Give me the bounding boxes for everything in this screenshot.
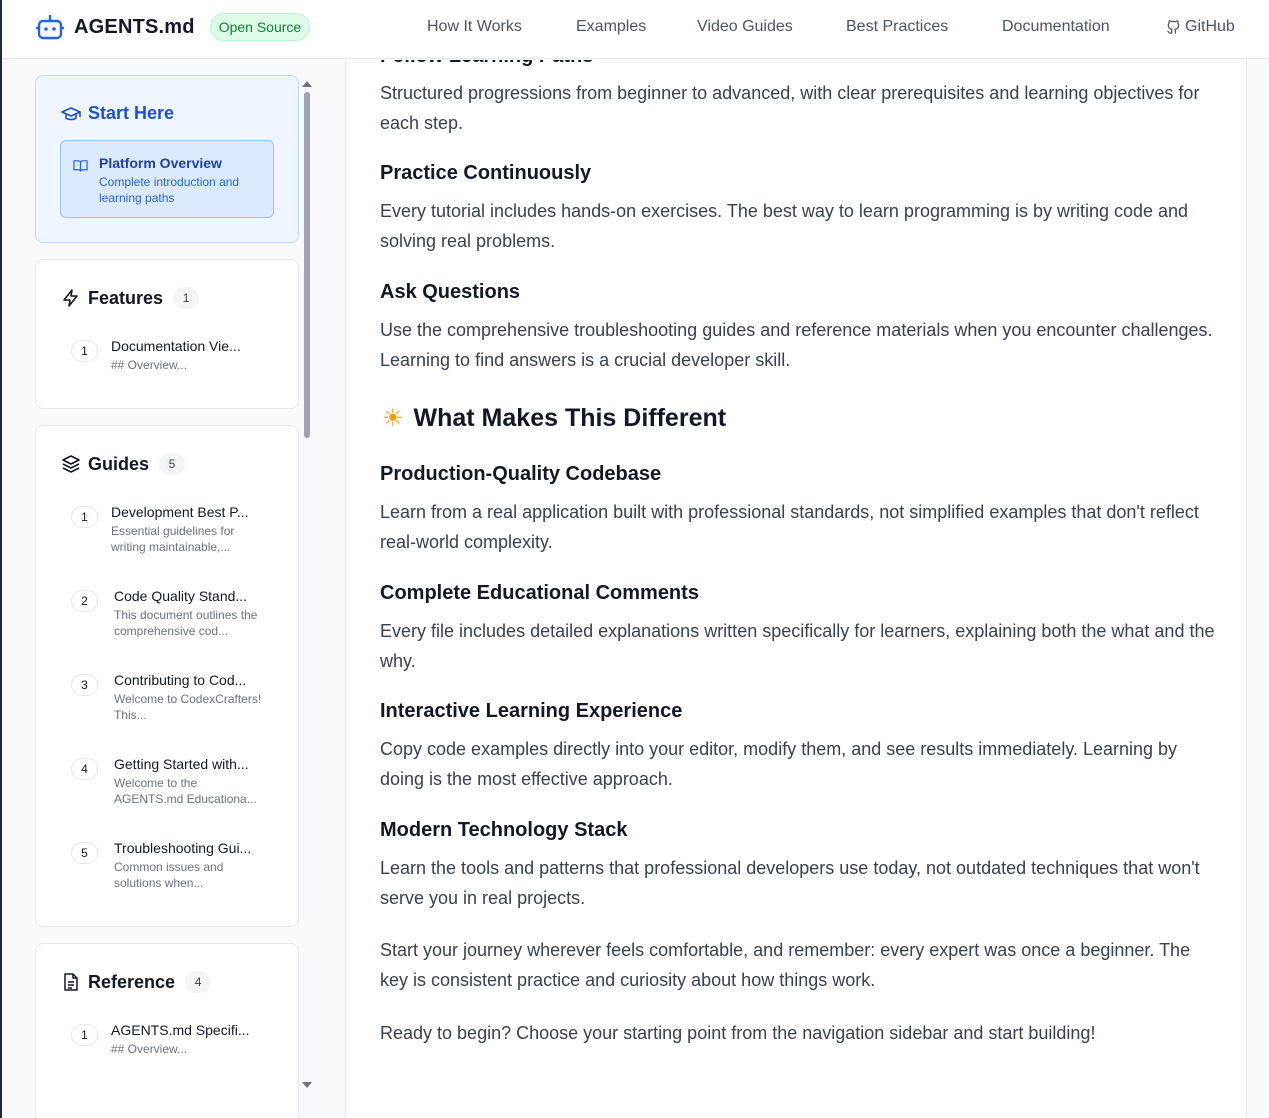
- item-desc: ## Overview...: [111, 1042, 188, 1056]
- section-heading: Complete Educational Comments: [380, 582, 699, 604]
- open-source-badge: Open Source: [209, 13, 311, 41]
- features-header[interactable]: Features 1: [61, 287, 200, 309]
- paragraph: Ready to begin? Choose your starting poi…: [380, 1023, 1096, 1043]
- paragraph: Learn from a real application built with…: [380, 502, 1199, 552]
- features-card: Features 1 1 Documentation Vie... ## Ove…: [35, 259, 299, 409]
- item-desc: Welcome to the AGENTS.md Educationa...: [114, 776, 257, 806]
- section-heading: Production-Quality Codebase: [380, 463, 662, 485]
- paragraph: Start your journey wherever feels comfor…: [380, 940, 1191, 990]
- nav-examples[interactable]: Examples: [576, 18, 646, 36]
- item-title: Contributing to Cod...: [114, 672, 247, 688]
- brand-name: AGENTS.md: [74, 15, 195, 38]
- nav-best-practices[interactable]: Best Practices: [846, 18, 948, 36]
- guides-count: 5: [159, 453, 186, 475]
- guides-card: Guides 5 1 Development Best P... Essenti…: [35, 425, 299, 927]
- guides-title: Guides: [88, 453, 150, 474]
- start-here-card: Start Here Platform Overview Complete in…: [35, 75, 299, 243]
- item-title: Development Best P...: [111, 504, 249, 520]
- layers-icon: [62, 455, 80, 473]
- document-icon: [64, 973, 78, 991]
- paragraph: Every file includes detailed explanation…: [380, 621, 1215, 671]
- item-desc: Welcome to CodexCrafters! This...: [114, 692, 262, 722]
- item-title: Code Quality Stand...: [114, 588, 248, 604]
- guides-item[interactable]: 4 Getting Started with... Welcome to the…: [71, 756, 281, 812]
- nav-github[interactable]: GitHub: [1166, 18, 1235, 36]
- nav-video-guides[interactable]: Video Guides: [697, 18, 793, 36]
- paragraph: Copy code examples directly into your ed…: [380, 739, 1178, 789]
- paragraph: Every tutorial includes hands-on exercis…: [380, 201, 1189, 251]
- book-open-icon: [73, 160, 88, 172]
- nav-how-it-works[interactable]: How It Works: [427, 18, 522, 36]
- paragraph: Structured progressions from beginner to…: [380, 83, 1200, 133]
- item-title: Getting Started with...: [114, 756, 249, 772]
- nav-documentation[interactable]: Documentation: [1002, 18, 1110, 36]
- item-number: 3: [71, 674, 98, 696]
- sidebar-scroll-thumb[interactable]: [304, 92, 310, 438]
- brand[interactable]: AGENTS.md Open Source: [35, 12, 311, 42]
- item-desc: ## Overview...: [111, 358, 188, 372]
- section-heading: Ask Questions: [380, 281, 521, 303]
- platform-overview-desc: Complete introduction and learning paths: [99, 175, 240, 205]
- item-desc: Essential guidelines for writing maintai…: [111, 524, 235, 554]
- section-heading: Modern Technology Stack: [380, 819, 628, 841]
- reference-count: 4: [185, 971, 212, 993]
- github-icon: [1167, 19, 1180, 34]
- item-number: 4: [71, 758, 98, 780]
- section-heading: Interactive Learning Experience: [380, 700, 683, 722]
- section-heading: Follow Learning Paths: [380, 60, 593, 68]
- paragraph: Use the comprehensive troubleshooting gu…: [380, 320, 1213, 370]
- guides-item[interactable]: 2 Code Quality Stand... This document ou…: [71, 588, 281, 644]
- item-desc: Common issues and solutions when...: [114, 860, 224, 890]
- features-count: 1: [173, 287, 200, 309]
- robot-logo-icon: [36, 15, 64, 40]
- guides-item[interactable]: 5 Troubleshooting Gui... Common issues a…: [71, 840, 281, 896]
- sidebar: Start Here Platform Overview Complete in…: [2, 60, 346, 1118]
- scroll-up-arrow-icon[interactable]: [302, 81, 312, 87]
- lightning-icon: [63, 289, 78, 307]
- section-heading: Practice Continuously: [380, 162, 592, 184]
- graduation-cap-icon: [61, 106, 81, 120]
- item-number: 5: [71, 842, 98, 864]
- item-number: 1: [71, 506, 98, 528]
- sun-icon: ☀: [382, 405, 404, 432]
- item-title: Troubleshooting Gui...: [114, 840, 252, 856]
- features-item[interactable]: 1 Documentation Vie... ## Overview...: [71, 338, 281, 378]
- reference-header[interactable]: Reference 4: [61, 971, 212, 993]
- guides-item[interactable]: 1 Development Best P... Essential guidel…: [71, 504, 281, 560]
- features-title: Features: [88, 287, 164, 308]
- top-header: AGENTS.md Open Source How It Works Examp…: [2, 0, 1269, 59]
- item-number: 1: [71, 340, 98, 362]
- paragraph: Learn the tools and patterns that profes…: [380, 858, 1200, 908]
- item-number: 2: [71, 590, 98, 612]
- item-title: Documentation Vie...: [111, 338, 241, 354]
- nav-github-label: GitHub: [1185, 18, 1235, 35]
- item-title: AGENTS.md Specifi...: [111, 1022, 250, 1038]
- start-here-header: Start Here: [61, 103, 174, 124]
- start-here-title: Start Here: [88, 103, 175, 123]
- guides-item[interactable]: 3 Contributing to Cod... Welcome to Code…: [71, 672, 281, 728]
- reference-card: Reference 4 1 AGENTS.md Specifi... ## Ov…: [35, 943, 299, 1118]
- item-number: 1: [71, 1024, 98, 1046]
- major-heading-text: What Makes This Different: [413, 404, 727, 432]
- guides-header[interactable]: Guides 5: [61, 453, 186, 475]
- platform-overview-title: Platform Overview: [99, 155, 222, 171]
- reference-title: Reference: [88, 971, 176, 992]
- platform-overview-link[interactable]: Platform Overview Complete introduction …: [60, 140, 274, 218]
- major-heading: ☀ What Makes This Different: [382, 404, 726, 433]
- item-desc: This document outlines the comprehensive…: [114, 608, 258, 638]
- scroll-down-arrow-icon[interactable]: [302, 1082, 312, 1088]
- reference-item[interactable]: 1 AGENTS.md Specifi... ## Overview...: [71, 1022, 281, 1062]
- main-content: Follow Learning Paths Structured progres…: [347, 60, 1247, 1118]
